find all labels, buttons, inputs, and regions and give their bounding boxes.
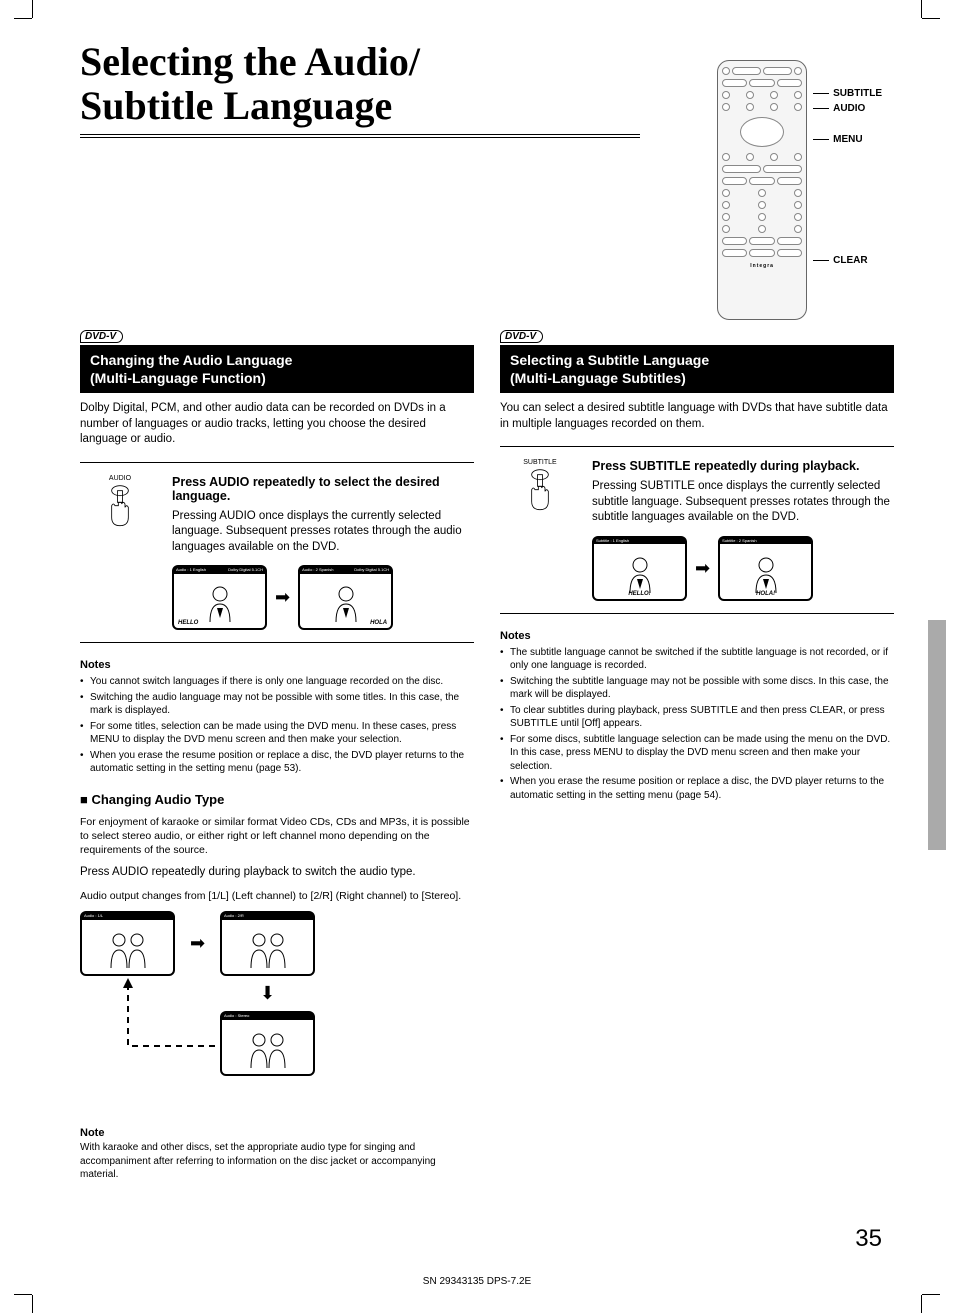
right-instruction-block: SUBTITLE Press SUBTITLE repeatedly durin…	[500, 446, 894, 614]
page-number: 35	[855, 1225, 882, 1253]
arrow-right-icon: ➡	[695, 558, 710, 579]
tv-example-row: Subtitle : 1 English HELLO! ➡ Subtitle :…	[592, 536, 894, 601]
note-item: To clear subtitles during playback, pres…	[500, 704, 894, 731]
tv-screen-2: Audio : 2 Spanish Dolby Digital 5.1CH HOL…	[298, 565, 393, 630]
label-menu: MENU	[833, 134, 862, 145]
tv-screen-1: Audio : 1 English Dolby Digital 5.1CH HEL…	[172, 565, 267, 630]
person-icon	[615, 555, 665, 595]
hand-press-icon	[100, 484, 140, 534]
person-icon	[321, 584, 371, 624]
cycle-tv-1: Audio : 1/L	[80, 911, 175, 976]
note-item: For some discs, subtitle language select…	[500, 733, 894, 774]
tv1-caption: HELLO	[178, 620, 198, 626]
sub-body2: Press AUDIO repeatedly during playback t…	[80, 865, 474, 881]
sub-tv2-caption: HOLA!	[756, 591, 775, 597]
remote-label-callouts: SUBTITLE AUDIO MENU CLEAR	[813, 60, 882, 266]
tv-screen-sub1: Subtitle : 1 English HELLO!	[592, 536, 687, 601]
changing-audio-type-heading: Changing Audio Type	[80, 792, 474, 807]
label-subtitle: SUBTITLE	[833, 88, 882, 99]
dvd-v-badge: DVD-V	[80, 330, 123, 343]
press-btn-label: AUDIO	[80, 475, 160, 482]
dvd-v-badge: DVD-V	[500, 330, 543, 343]
press-audio-icon: AUDIO	[80, 475, 160, 631]
duet-icon	[103, 930, 153, 970]
left-header-line2: (Multi-Language Function)	[90, 370, 266, 386]
sub-tv1-caption: HELLO!	[628, 591, 650, 597]
arrow-right-icon: ➡	[190, 933, 205, 954]
press-btn-label: SUBTITLE	[500, 459, 580, 466]
cycle-tv2-bar: Audio : 2/R	[222, 913, 313, 919]
left-note2-title: Note	[80, 1127, 474, 1139]
label-clear: CLEAR	[833, 255, 867, 266]
left-instr-title: Press AUDIO repeatedly to select the des…	[172, 475, 474, 503]
cycle-tv-2: Audio : 2/R	[220, 911, 315, 976]
footer-code: SN 29343135 DPS-7.2E	[423, 1276, 531, 1287]
note-item: Switching the subtitle language may not …	[500, 675, 894, 702]
note-item: You cannot switch languages if there is …	[80, 675, 474, 689]
content-columns: DVD-V Changing the Audio Language (Multi…	[80, 328, 894, 1182]
note-item: When you erase the resume position or re…	[500, 775, 894, 802]
remote-outline: Integra	[717, 60, 807, 320]
right-notes-title: Notes	[500, 630, 894, 642]
note-text: Switching the audio language may not be …	[90, 692, 459, 717]
cycle-tv-3: Audio : Stereo	[220, 1011, 315, 1076]
remote-diagram: Integra SUBTITLE AUDIO MENU CLEAR	[717, 60, 882, 320]
tv2-bar-right: Dolby Digital 5.1CH	[354, 568, 389, 572]
page-title-line1: Selecting the Audio/	[80, 39, 420, 84]
right-column: DVD-V Selecting a Subtitle Language (Mul…	[500, 328, 894, 1182]
duet-icon	[243, 930, 293, 970]
sub-body1: For enjoyment of karaoke or similar form…	[80, 815, 474, 858]
person-icon	[741, 555, 791, 595]
note-item: For some titles, selection can be made u…	[80, 720, 474, 747]
cycle-tv1-bar: Audio : 1/L	[82, 913, 173, 919]
person-icon	[195, 584, 245, 624]
tv-screen-sub2: Subtitle : 2 Spanish HOLA!	[718, 536, 813, 601]
left-intro: Dolby Digital, PCM, and other audio data…	[80, 401, 474, 448]
left-header-line1: Changing the Audio Language	[90, 352, 292, 368]
thumb-tab	[928, 620, 946, 850]
page-title-line2: Subtitle Language	[80, 83, 392, 128]
page-title: Selecting the Audio/ Subtitle Language	[80, 40, 640, 138]
right-intro: You can select a desired subtitle langua…	[500, 401, 894, 432]
right-section-header: Selecting a Subtitle Language (Multi-Lan…	[500, 345, 894, 393]
sub-tv1-bar: Subtitle : 1 English	[594, 538, 685, 544]
left-note2-body: With karaoke and other discs, set the ap…	[80, 1141, 474, 1182]
right-header-line2: (Multi-Language Subtitles)	[510, 370, 686, 386]
right-instr-body: Pressing SUBTITLE once displays the curr…	[592, 479, 894, 526]
tv-example-row: Audio : 1 English Dolby Digital 5.1CH HEL…	[172, 565, 474, 630]
left-notes-list: You cannot switch languages if there is …	[80, 675, 474, 776]
left-column: DVD-V Changing the Audio Language (Multi…	[80, 328, 474, 1182]
tv1-bar-right: Dolby Digital 5.1CH	[228, 568, 263, 572]
right-header-line1: Selecting a Subtitle Language	[510, 352, 709, 368]
label-audio: AUDIO	[833, 103, 865, 114]
arrow-right-icon: ➡	[275, 587, 290, 608]
left-instruction-block: AUDIO Press AUDIO repeatedly to select t…	[80, 462, 474, 644]
hand-press-icon	[520, 468, 560, 518]
duet-icon	[243, 1030, 293, 1070]
sub-tv2-bar: Subtitle : 2 Spanish	[720, 538, 811, 544]
dashed-return-arrow-icon	[120, 976, 220, 1076]
press-subtitle-icon: SUBTITLE	[500, 459, 580, 601]
tv2-caption: HOLA	[370, 620, 387, 626]
left-notes-title: Notes	[80, 659, 474, 671]
right-instr-title: Press SUBTITLE repeatedly during playbac…	[592, 459, 894, 473]
sub-body3: Audio output changes from [1/L] (Left ch…	[80, 889, 474, 903]
audio-cycle-diagram: Audio : 1/L ➡ Audio : 2/R ⬇ Audio : Ster…	[80, 911, 400, 1111]
cycle-tv3-bar: Audio : Stereo	[222, 1013, 313, 1019]
left-section-header: Changing the Audio Language (Multi-Langu…	[80, 345, 474, 393]
arrow-down-icon: ⬇	[260, 983, 275, 1004]
left-instr-body: Pressing AUDIO once displays the current…	[172, 509, 474, 556]
note-item: The subtitle language cannot be switched…	[500, 646, 894, 673]
note-item: Switching the audio language may not be …	[80, 691, 474, 718]
tv1-bar-left: Audio : 1 English	[176, 567, 206, 572]
remote-brand: Integra	[722, 263, 802, 269]
tv2-bar-left: Audio : 2 Spanish	[302, 567, 333, 572]
note-item: When you erase the resume position or re…	[80, 749, 474, 776]
right-notes-list: The subtitle language cannot be switched…	[500, 646, 894, 803]
